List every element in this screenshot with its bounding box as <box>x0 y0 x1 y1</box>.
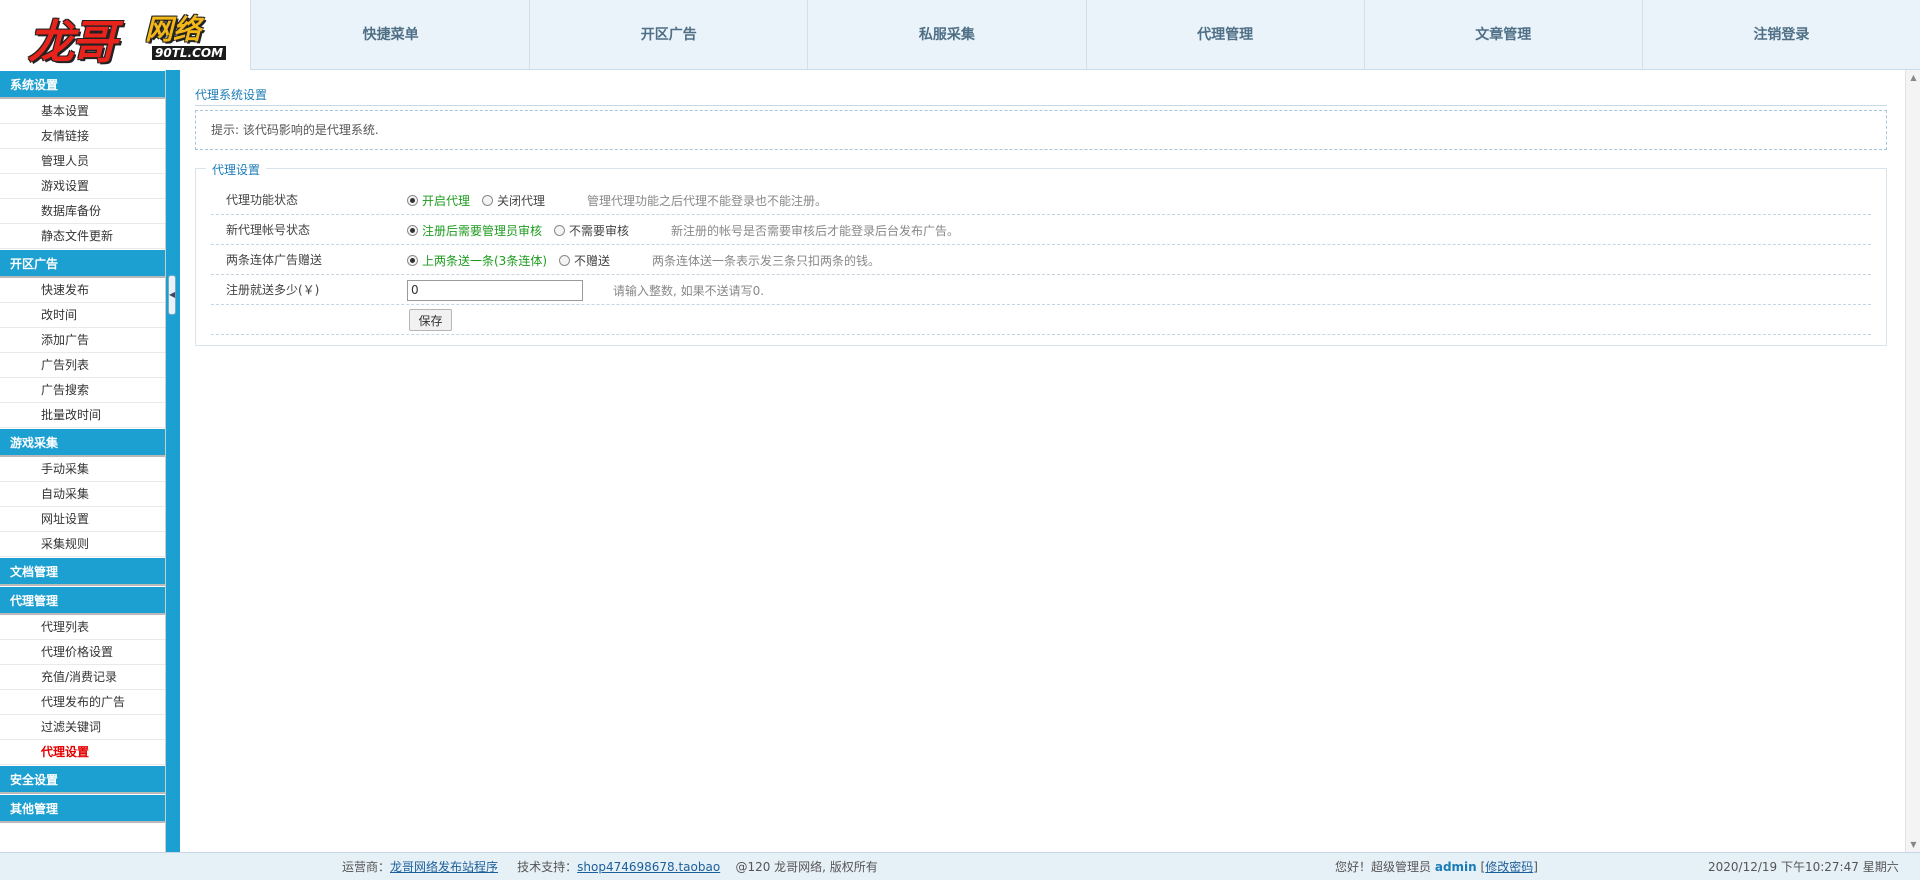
radio-circle-icon[interactable] <box>407 254 418 266</box>
setting-row: 代理功能状态 开启代理 关闭代理 管理代理功能之后代理不能登录也不能注册。 <box>211 185 1871 215</box>
register-bonus-input[interactable] <box>407 279 583 301</box>
setting-label: 两条连体广告赠送 <box>226 253 323 267</box>
top-nav-item[interactable]: 开区广告 <box>530 0 809 70</box>
setting-label: 代理功能状态 <box>226 193 299 207</box>
sidebar-item[interactable]: 数据库备份 <box>0 199 165 224</box>
main-content: 代理系统设置 提示: 该代码影响的是代理系统. 代理设置 代理功能状态 开启代理 关… <box>180 70 1905 852</box>
sidebar-group-header[interactable]: 安全设置 <box>0 766 165 794</box>
top-nav-item[interactable]: 快捷菜单 <box>252 0 531 70</box>
radio-circle-icon[interactable] <box>482 194 494 206</box>
sidebar-item[interactable]: 快速发布 <box>0 278 165 303</box>
radio-label: 注册后需要管理员审核 <box>422 223 543 238</box>
sidebar-group-header[interactable]: 系统设置 <box>0 71 165 99</box>
sidebar-item[interactable]: 代理发布的广告 <box>0 690 165 715</box>
sidebar-item[interactable]: 充值/消费记录 <box>0 665 165 690</box>
setting-hint: 管理代理功能之后代理不能登录也不能注册。 <box>587 193 828 208</box>
sidebar-item[interactable]: 静态文件更新 <box>0 224 165 249</box>
tip-box: 提示: 该代码影响的是代理系统. <box>195 110 1887 150</box>
sidebar-item[interactable]: 游戏设置 <box>0 174 165 199</box>
sidebar-item[interactable]: 改时间 <box>0 303 165 328</box>
sidebar-group-header[interactable]: 开区广告 <box>0 250 165 278</box>
sidebar-item[interactable]: 代理价格设置 <box>0 640 165 665</box>
sidebar-group-header[interactable]: 游戏采集 <box>0 429 165 457</box>
sidebar-item[interactable]: 过滤关键词 <box>0 715 165 740</box>
operator-link[interactable]: 龙哥网络发布站程序 <box>390 860 498 874</box>
radio-option[interactable]: 注册后需要管理员审核 <box>407 222 542 239</box>
radio-label: 上两条送一条(3条连体) <box>422 253 547 268</box>
admin-username: admin <box>1434 860 1477 874</box>
vertical-scrollbar[interactable]: ▲ ▼ <box>1905 70 1920 852</box>
sidebar-group-header[interactable]: 其他管理 <box>0 795 165 823</box>
sidebar-item[interactable]: 代理列表 <box>0 615 165 640</box>
bracket-close: ] <box>1533 860 1538 874</box>
radio-option[interactable]: 不需要审核 <box>554 222 629 239</box>
collapse-sidebar-handle[interactable]: ◀ <box>168 275 176 315</box>
radio-option[interactable]: 关闭代理 <box>482 192 545 209</box>
sidebar-item[interactable]: 管理人员 <box>0 149 165 174</box>
radio-circle-icon[interactable] <box>559 254 570 266</box>
top-nav-item[interactable]: 代理管理 <box>1087 0 1365 70</box>
sidebar-item[interactable]: 自动采集 <box>0 482 165 507</box>
setting-hint: 两条连体送一条表示发三条只扣两条的钱。 <box>652 253 881 268</box>
setting-row: 新代理帐号状态 注册后需要管理员审核 不需要审核 新注册的帐号是否需要审核后才能登录后… <box>211 215 1871 245</box>
sidebar: 系统设置 基本设置 友情链接 管理人员 游戏设置 数据库备份 静态文件更新 开区广告 快速发布改… <box>0 70 166 852</box>
sidebar-item[interactable]: 手动采集 <box>0 457 165 482</box>
sidebar-item[interactable]: 友情链接 <box>0 124 165 149</box>
sidebar-item[interactable]: 代理设置 <box>0 740 165 765</box>
support-label: 技术支持： <box>517 860 578 874</box>
operator-label: 运营商： <box>342 860 391 874</box>
sidebar-splitter[interactable] <box>166 70 180 852</box>
radio-option[interactable]: 不赠送 <box>559 252 610 269</box>
change-password-link[interactable]: 修改密码 <box>1485 860 1533 874</box>
header: 龙哥 网络 90TL.COM 快捷菜单 开区广告 私服采集 代理管理 文章管理 注销登录 <box>0 0 1920 70</box>
top-nav-item[interactable]: 注销登录 <box>1643 0 1920 70</box>
setting-row: 两条连体广告赠送 上两条送一条(3条连体) 不赠送 两条连体送一条表示发三条只扣两条的… <box>211 245 1871 275</box>
sidebar-group-header[interactable]: 文档管理 <box>0 558 165 586</box>
sidebar-item[interactable]: 批量改时间 <box>0 403 165 428</box>
radio-option[interactable]: 开启代理 <box>407 192 470 209</box>
scroll-down-icon[interactable]: ▼ <box>1906 837 1920 852</box>
setting-hint: 新注册的帐号是否需要审核后才能登录后台发布广告。 <box>671 223 960 238</box>
page-title: 代理系统设置 <box>195 86 1887 106</box>
radio-circle-icon[interactable] <box>554 224 566 236</box>
register-bonus-hint: 请输入整数, 如果不送请写0. <box>613 283 765 298</box>
top-nav-item[interactable]: 私服采集 <box>808 0 1087 70</box>
sidebar-item[interactable]: 广告搜索 <box>0 378 165 403</box>
save-button[interactable]: 保存 <box>409 309 452 331</box>
radio-option[interactable]: 上两条送一条(3条连体) <box>407 252 547 269</box>
footer-datetime: 2020/12/19 下午10:27:47 星期六 <box>1708 860 1899 874</box>
sidebar-item[interactable]: 添加广告 <box>0 328 165 353</box>
top-nav: 快捷菜单 开区广告 私服采集 代理管理 文章管理 注销登录 <box>252 0 1920 70</box>
register-bonus-label: 注册就送多少(￥) <box>226 283 320 297</box>
support-link[interactable]: shop474698678.taobao <box>577 860 720 874</box>
setting-label: 新代理帐号状态 <box>226 223 311 237</box>
agent-settings-fieldset: 代理设置 代理功能状态 开启代理 关闭代理 管理代理功能之后代理不能登录也不能注册。新… <box>195 161 1887 346</box>
radio-label: 不赠送 <box>574 253 611 268</box>
footer-left: 运营商：龙哥网络发布站程序 技术支持：shop474698678.taobao … <box>342 853 878 881</box>
footer: 运营商：龙哥网络发布站程序 技术支持：shop474698678.taobao … <box>0 852 1920 880</box>
copyright-text: @120 龙哥网络, 版权所有 <box>735 860 878 874</box>
radio-circle-icon[interactable] <box>407 194 418 206</box>
logo-sub-text: 网络 <box>145 13 202 46</box>
footer-user: 您好！超级管理员 admin [修改密码] <box>1335 853 1538 881</box>
sidebar-item[interactable]: 网址设置 <box>0 507 165 532</box>
sidebar-item[interactable]: 基本设置 <box>0 99 165 124</box>
section-title: 代理设置 <box>206 161 267 178</box>
sidebar-item[interactable]: 广告列表 <box>0 353 165 378</box>
register-bonus-row: 注册就送多少(￥) 请输入整数, 如果不送请写0. <box>211 275 1871 305</box>
radio-label: 开启代理 <box>422 193 471 208</box>
sidebar-group-header[interactable]: 代理管理 <box>0 587 165 615</box>
radio-label: 关闭代理 <box>497 193 546 208</box>
radio-circle-icon[interactable] <box>407 224 418 236</box>
sidebar-item[interactable]: 采集规则 <box>0 532 165 557</box>
logo-main-text: 龙哥 <box>28 15 117 69</box>
logo[interactable]: 龙哥 网络 90TL.COM <box>0 0 251 70</box>
radio-label: 不需要审核 <box>569 223 630 238</box>
scroll-up-icon[interactable]: ▲ <box>1906 70 1920 85</box>
greeting-text: 您好！超级管理员 <box>1335 860 1432 874</box>
logo-domain-text: 90TL.COM <box>152 46 227 60</box>
top-nav-item[interactable]: 文章管理 <box>1365 0 1643 70</box>
save-row: 保存 <box>211 305 1871 335</box>
